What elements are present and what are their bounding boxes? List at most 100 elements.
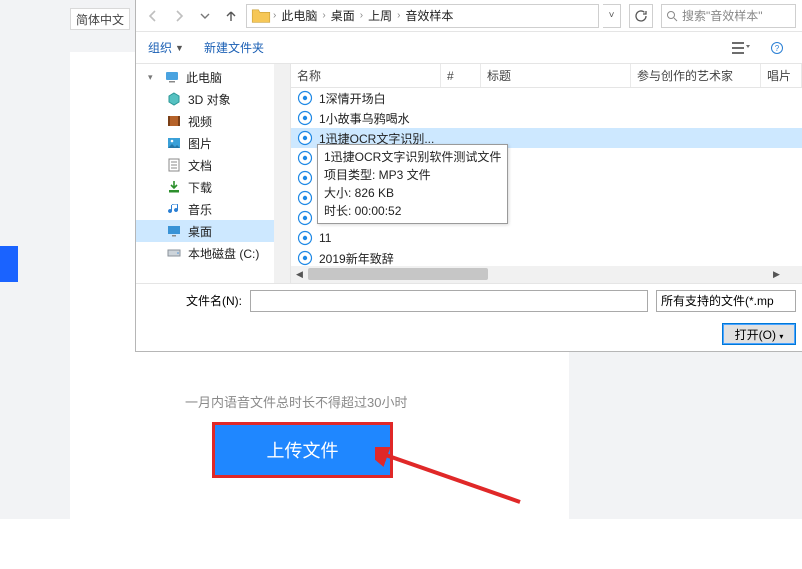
tree-node-7[interactable]: 桌面 [136, 220, 290, 242]
tree-label: 图片 [188, 135, 212, 152]
side-accent [0, 246, 18, 282]
drive-icon [166, 245, 182, 261]
chevron-right-icon: › [397, 10, 400, 21]
file-row[interactable]: 11 [291, 228, 802, 248]
file-tooltip: 1迅捷OCR文字识别软件测试文件 项目类型: MP3 文件 大小: 826 KB… [317, 144, 508, 224]
tree-label: 3D 对象 [188, 91, 231, 108]
organize-menu[interactable]: 组织 ▼ [148, 39, 184, 56]
recent-dropdown[interactable] [194, 5, 216, 27]
file-row[interactable]: 2019新年致辞 [291, 248, 802, 268]
tree-label: 本地磁盘 (C:) [188, 245, 259, 262]
back-button[interactable] [142, 5, 164, 27]
dialog-body: ▲ ▾此电脑 3D 对象视频图片文档下载音乐桌面本地磁盘 (C:) ▼ 名称 # … [136, 64, 802, 283]
file-row[interactable]: 1小故事乌鸦喝水 [291, 108, 802, 128]
nav-tree[interactable]: ▲ ▾此电脑 3D 对象视频图片文档下载音乐桌面本地磁盘 (C:) ▼ [136, 64, 291, 283]
audio-file-icon [297, 110, 313, 126]
pictures-icon [166, 135, 182, 151]
search-placeholder: 搜索"音效样本" [682, 7, 763, 24]
chevron-right-icon: › [322, 10, 325, 21]
audio-file-icon [297, 230, 313, 246]
tree-node-6[interactable]: 音乐 [136, 198, 290, 220]
file-open-dialog: › 此电脑 › 桌面 › 上周 › 音效样本 ˅ 搜索"音效样本" 组织 ▼ 新… [135, 0, 802, 352]
open-button[interactable]: 打开(O) ▾ [722, 323, 796, 345]
upload-wrap: 上传文件 [215, 425, 390, 475]
disclosure-icon[interactable]: ▾ [148, 72, 158, 83]
pc-icon [164, 69, 180, 85]
language-select[interactable]: 简体中文 [70, 8, 130, 30]
col-title[interactable]: 标题 [481, 64, 631, 87]
3d-icon [166, 91, 182, 107]
chevron-right-icon: › [273, 10, 276, 21]
tooltip-filename: 1迅捷OCR文字识别软件测试文件 [324, 148, 501, 166]
refresh-button[interactable] [629, 4, 653, 28]
tree-scroll-up[interactable]: ▲ [274, 64, 290, 80]
chevron-down-icon: ▾ [779, 332, 783, 341]
help-button[interactable]: ? [764, 38, 790, 58]
tooltip-duration: 时长: 00:00:52 [324, 202, 501, 220]
file-list: 名称 # 标题 参与创作的艺术家 唱片 1深情开场白 1小故事乌鸦喝水 1迅捷OCR… [291, 64, 802, 283]
up-button[interactable] [220, 5, 242, 27]
chevron-down-icon: ▼ [175, 43, 184, 53]
file-name: 2019新年致辞 [319, 250, 394, 267]
filename-label: 文件名(N): [186, 292, 242, 309]
audio-file-icon [297, 150, 313, 166]
audio-file-icon [297, 190, 313, 206]
tree-label: 音乐 [188, 201, 212, 218]
chevron-right-icon: › [360, 10, 363, 21]
file-type-filter[interactable]: 所有支持的文件(*.mp [656, 290, 796, 312]
music-icon [166, 201, 182, 217]
col-album[interactable]: 唱片 [761, 64, 802, 87]
tree-node-4[interactable]: 文档 [136, 154, 290, 176]
search-input[interactable]: 搜索"音效样本" [661, 4, 796, 28]
scroll-right[interactable]: ▶ [768, 266, 785, 283]
col-name[interactable]: 名称 [291, 64, 441, 87]
breadcrumb-dropdown[interactable]: ˅ [603, 4, 621, 28]
breadcrumb[interactable]: › 此电脑 › 桌面 › 上周 › 音效样本 [246, 4, 599, 28]
scroll-corner [785, 266, 802, 283]
desktop-icon [166, 223, 182, 239]
dialog-buttons: 打开(O) ▾ [136, 317, 802, 351]
tree-label: 下载 [188, 179, 212, 196]
crumb-2[interactable]: 上周 [365, 7, 395, 24]
audio-file-icon [297, 210, 313, 226]
list-h-scrollbar[interactable]: ◀ ▶ [291, 266, 785, 283]
tree-label: 文档 [188, 157, 212, 174]
new-folder-button[interactable]: 新建文件夹 [204, 39, 264, 56]
tree-node-0[interactable]: ▾此电脑 [136, 66, 290, 88]
forward-button[interactable] [168, 5, 190, 27]
tree-node-5[interactable]: 下载 [136, 176, 290, 198]
crumb-0[interactable]: 此电脑 [278, 7, 320, 24]
audio-file-icon [297, 170, 313, 186]
scroll-left[interactable]: ◀ [291, 266, 308, 283]
video-icon [166, 113, 182, 129]
search-icon [666, 10, 678, 22]
docs-icon [166, 157, 182, 173]
hscroll-thumb[interactable] [308, 268, 488, 280]
tree-node-8[interactable]: 本地磁盘 (C:) [136, 242, 290, 264]
crumb-3[interactable]: 音效样本 [402, 7, 456, 24]
quota-note: 一月内语音文件总时长不得超过30小时 [185, 392, 407, 411]
file-name: 11 [319, 231, 331, 245]
downloads-icon [166, 179, 182, 195]
folder-icon [251, 6, 271, 26]
tree-node-3[interactable]: 图片 [136, 132, 290, 154]
filename-input[interactable] [250, 290, 648, 312]
col-artists[interactable]: 参与创作的艺术家 [631, 64, 761, 87]
file-name: 1小故事乌鸦喝水 [319, 110, 410, 127]
col-num[interactable]: # [441, 64, 481, 87]
audio-file-icon [297, 250, 313, 266]
tree-node-2[interactable]: 视频 [136, 110, 290, 132]
tree-label: 视频 [188, 113, 212, 130]
filter-text: 所有支持的文件(*.mp [661, 292, 774, 309]
filename-row: 文件名(N): 所有支持的文件(*.mp [136, 283, 802, 317]
crumb-1[interactable]: 桌面 [328, 7, 358, 24]
tree-scroll-thumb[interactable] [276, 114, 288, 174]
file-row[interactable]: 1深情开场白 [291, 88, 802, 108]
tree-node-1[interactable]: 3D 对象 [136, 88, 290, 110]
upload-button[interactable]: 上传文件 [215, 425, 390, 475]
column-headers[interactable]: 名称 # 标题 参与创作的艺术家 唱片 [291, 64, 802, 88]
view-mode-button[interactable] [728, 38, 754, 58]
tree-label: 桌面 [188, 223, 212, 240]
tree-scroll-down[interactable]: ▼ [274, 267, 290, 283]
tooltip-type: 项目类型: MP3 文件 [324, 166, 501, 184]
